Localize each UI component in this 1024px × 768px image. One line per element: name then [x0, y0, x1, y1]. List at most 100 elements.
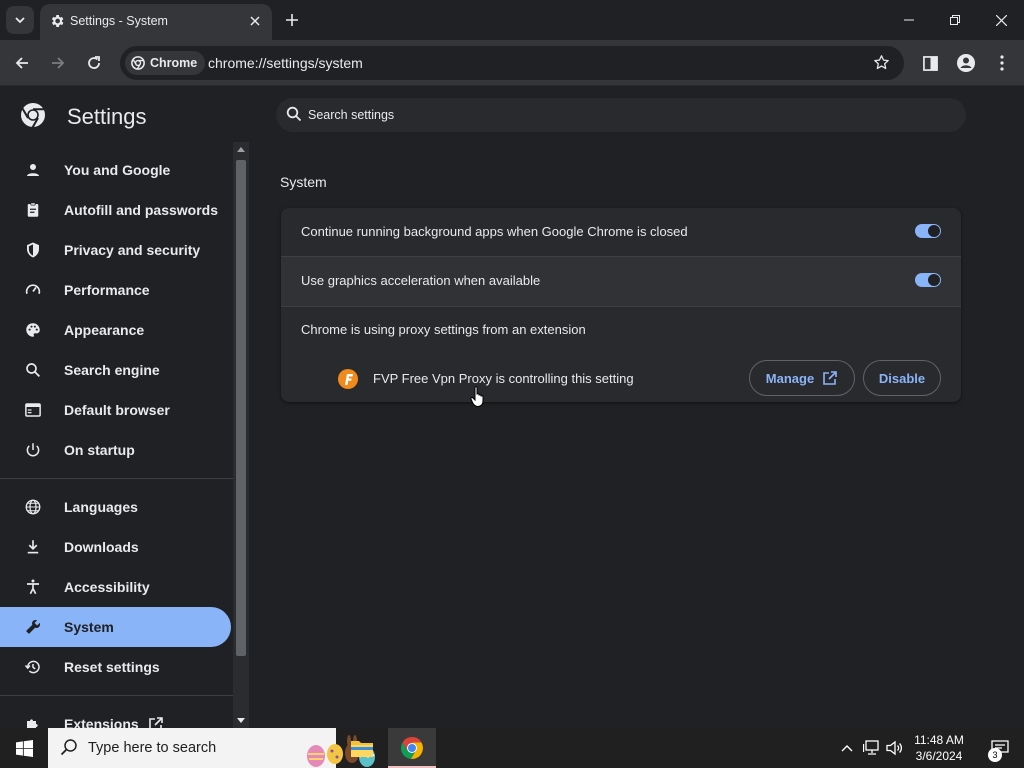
restore-button[interactable]: [932, 0, 978, 40]
sidebar-item-appearance[interactable]: Appearance: [0, 310, 231, 350]
graphics-acceleration-row[interactable]: Use graphics acceleration when available: [281, 257, 961, 306]
network-button[interactable]: [860, 728, 884, 768]
network-icon: [863, 740, 879, 755]
close-icon: [995, 14, 1007, 26]
sidebar-item-label: Default browser: [64, 402, 170, 418]
search-icon: [24, 361, 42, 379]
system-settings-card: Continue running background apps when Go…: [281, 208, 961, 402]
chrome-logo-icon: [131, 56, 145, 70]
sidebar-item-accessibility[interactable]: Accessibility: [0, 567, 231, 607]
sidebar-item-search-engine[interactable]: Search engine: [0, 350, 231, 390]
disable-extension-button[interactable]: Disable: [863, 360, 941, 396]
disable-label: Disable: [878, 370, 926, 386]
bookmark-star-button[interactable]: [873, 54, 890, 71]
tab-strip: Settings - System: [0, 0, 1024, 40]
tab-close-button[interactable]: [246, 12, 264, 30]
url-text[interactable]: chrome://settings/system: [208, 55, 363, 71]
download-icon: [24, 538, 42, 556]
puzzle-icon: [24, 715, 42, 728]
sidebar-item-privacy[interactable]: Privacy and security: [0, 230, 231, 270]
setting-label: Continue running background apps when Go…: [301, 224, 688, 239]
globe-icon: [24, 498, 42, 516]
notification-center-button[interactable]: 3: [980, 728, 1020, 768]
reload-button[interactable]: [80, 49, 108, 77]
close-icon: [250, 16, 260, 26]
side-panel-button[interactable]: [916, 49, 944, 77]
arrow-left-icon: [15, 57, 28, 69]
search-icon: [286, 106, 302, 122]
sidebar-item-label: Autofill and passwords: [64, 202, 219, 218]
star-icon: [874, 55, 889, 70]
power-icon: [24, 441, 42, 459]
clock-date: 3/6/2024: [915, 749, 963, 763]
sidebar-item-default-browser[interactable]: Default browser: [0, 390, 231, 430]
speedometer-icon: [24, 281, 42, 299]
search-icon: [60, 738, 78, 756]
sidebar-divider: [0, 478, 233, 479]
open-in-new-icon: [148, 716, 164, 728]
background-apps-toggle[interactable]: [915, 224, 941, 238]
vpn-extension-logo-icon: [337, 368, 359, 390]
tab-title: Settings - System: [70, 14, 168, 28]
show-hidden-icons-button[interactable]: [838, 728, 856, 768]
menu-button[interactable]: [988, 49, 1016, 77]
settings-page: Settings Search settings You and Google …: [0, 86, 1024, 728]
graphics-acceleration-toggle[interactable]: [915, 273, 941, 287]
sidebar-item-reset-settings[interactable]: Reset settings: [0, 647, 231, 687]
start-button[interactable]: [0, 728, 48, 768]
tab-search-button[interactable]: [6, 6, 34, 34]
sidebar-item-you-and-google[interactable]: You and Google: [0, 150, 231, 190]
open-in-new-icon: [823, 371, 838, 385]
chrome-logo-icon: [21, 103, 45, 128]
new-tab-button[interactable]: [282, 10, 302, 30]
search-placeholder: Search settings: [308, 108, 395, 122]
sidebar-item-system[interactable]: System: [0, 607, 231, 647]
settings-sidebar: You and Google Autofill and passwords Pr…: [0, 142, 233, 728]
sidebar-item-performance[interactable]: Performance: [0, 270, 231, 310]
section-title: System: [280, 174, 327, 190]
scroll-down-icon[interactable]: [237, 718, 245, 723]
sidebar-item-label: Performance: [64, 282, 150, 298]
taskbar-clock[interactable]: 11:48 AM 3/6/2024: [902, 732, 976, 764]
proxy-settings-row[interactable]: Chrome is using proxy settings from an e…: [281, 306, 961, 355]
settings-search[interactable]: Search settings: [276, 98, 966, 132]
taskbar-search[interactable]: Type here to search: [48, 728, 375, 768]
site-info-chip[interactable]: Chrome: [125, 51, 206, 75]
address-bar[interactable]: Chrome chrome://settings/system: [120, 46, 904, 80]
palette-icon: [24, 321, 42, 339]
taskbar-chrome[interactable]: [388, 728, 436, 768]
minimize-button[interactable]: [886, 0, 932, 40]
sidebar-item-label: Extensions: [64, 716, 139, 728]
background-apps-row[interactable]: Continue running background apps when Go…: [281, 208, 961, 257]
sidebar-item-autofill[interactable]: Autofill and passwords: [0, 190, 231, 230]
sidebar-scrollbar[interactable]: [233, 142, 249, 728]
sidebar-item-label: Search engine: [64, 362, 160, 378]
sidebar-item-label: Privacy and security: [64, 242, 201, 258]
sidebar-item-label: Downloads: [64, 539, 139, 555]
sidebar-item-languages[interactable]: Languages: [0, 487, 231, 527]
active-tab[interactable]: Settings - System: [40, 4, 272, 40]
gear-icon: [49, 13, 65, 29]
extension-control-text: FVP Free Vpn Proxy is controlling this s…: [373, 371, 634, 386]
toggle-knob: [928, 274, 940, 286]
toggle-knob: [928, 225, 940, 237]
manage-extension-button[interactable]: Manage: [749, 360, 855, 396]
hand-pointer-cursor-icon: [470, 386, 486, 408]
sidebar-item-downloads[interactable]: Downloads: [0, 527, 231, 567]
windows-taskbar: Type here to search 11:48 AM 3/6/2024 3: [0, 728, 1024, 768]
scrollbar-thumb[interactable]: [236, 160, 246, 656]
sidebar-item-extensions[interactable]: Extensions: [0, 704, 231, 728]
sidebar-item-label: Appearance: [64, 322, 145, 338]
setting-label: Chrome is using proxy settings from an e…: [301, 322, 586, 337]
scroll-up-icon[interactable]: [237, 147, 245, 152]
history-icon: [24, 658, 42, 676]
site-chip-label: Chrome: [150, 56, 198, 70]
sidebar-item-on-startup[interactable]: On startup: [0, 430, 231, 470]
side-panel-icon: [922, 55, 938, 71]
profile-button[interactable]: [952, 49, 980, 77]
plus-icon: [286, 14, 298, 26]
close-window-button[interactable]: [978, 0, 1024, 40]
back-button[interactable]: [8, 49, 36, 77]
taskbar-file-explorer[interactable]: [338, 728, 386, 768]
forward-button[interactable]: [44, 49, 72, 77]
